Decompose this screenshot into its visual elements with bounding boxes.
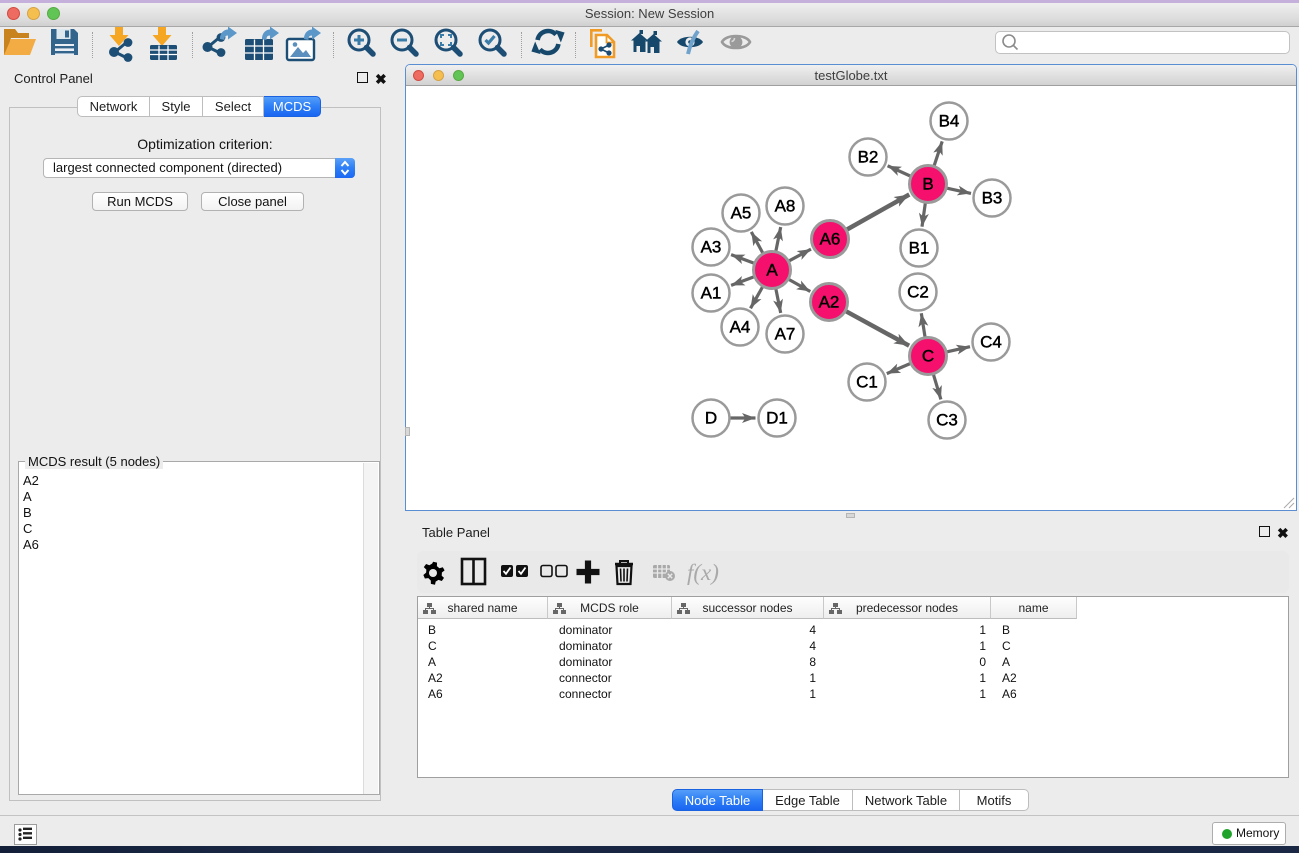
svg-text:C4: C4 xyxy=(980,333,1002,352)
svg-text:C: C xyxy=(922,347,934,366)
svg-text:D1: D1 xyxy=(766,409,788,428)
svg-text:A3: A3 xyxy=(701,238,722,257)
svg-text:A2: A2 xyxy=(819,293,840,312)
svg-text:A1: A1 xyxy=(701,284,722,303)
svg-text:C2: C2 xyxy=(907,283,929,302)
svg-text:f(x): f(x) xyxy=(687,560,719,585)
svg-text:B1: B1 xyxy=(909,239,930,258)
svg-text:C1: C1 xyxy=(856,373,878,392)
svg-text:A4: A4 xyxy=(730,318,751,337)
svg-text:A6: A6 xyxy=(820,230,841,249)
svg-text:C3: C3 xyxy=(936,411,958,430)
svg-text:A8: A8 xyxy=(775,197,796,216)
svg-text:B3: B3 xyxy=(982,189,1003,208)
svg-text:A7: A7 xyxy=(775,325,796,344)
svg-text:A: A xyxy=(766,261,778,280)
svg-text:B4: B4 xyxy=(939,112,960,131)
svg-text:A5: A5 xyxy=(731,204,752,223)
svg-text:B2: B2 xyxy=(858,148,879,167)
svg-text:B: B xyxy=(922,175,933,194)
svg-text:D: D xyxy=(705,409,717,428)
